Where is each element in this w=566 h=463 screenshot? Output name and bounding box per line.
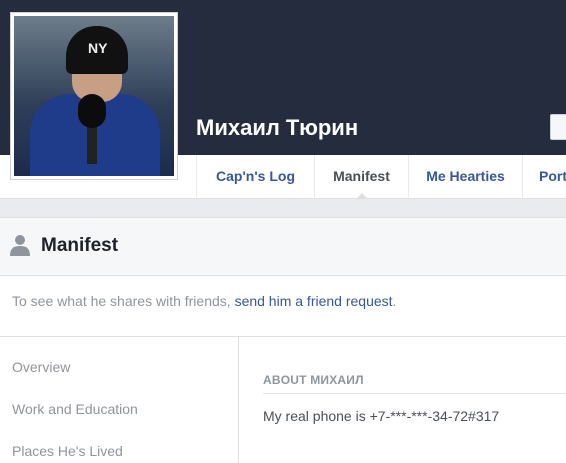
tab-caps-log[interactable]: Cap'n's Log xyxy=(196,155,314,198)
notice-suffix: . xyxy=(392,293,397,309)
hat-logo: NY xyxy=(88,40,108,56)
about-heading: ABOUT МИХАИЛ xyxy=(263,373,364,387)
sidenav-item-overview[interactable]: Overview xyxy=(12,359,70,375)
about-divider xyxy=(263,393,566,394)
tab-port[interactable]: Port xyxy=(522,155,566,198)
cover-action-button[interactable] xyxy=(550,114,566,140)
sidenav-item-work-education[interactable]: Work and Education xyxy=(12,401,138,417)
send-friend-request-link[interactable]: send him a friend request xyxy=(235,293,393,309)
tab-me-hearties[interactable]: Me Hearties xyxy=(408,155,522,198)
about-sidenav: Overview Work and Education Places He's … xyxy=(0,337,239,463)
profile-name[interactable]: Михаил Тюрин xyxy=(196,115,358,141)
hat-shape: NY xyxy=(66,26,128,74)
manifest-panel: Manifest To see what he shares with frie… xyxy=(0,217,566,463)
profile-picture[interactable]: NY xyxy=(10,12,178,180)
sidenav-item-places-lived[interactable]: Places He's Lived xyxy=(12,443,123,459)
profile-photo-image: NY xyxy=(14,16,174,176)
panel-header: Manifest xyxy=(0,218,566,276)
person-icon xyxy=(10,235,30,256)
notice-text: To see what he shares with friends, xyxy=(12,293,235,309)
friend-request-notice: To see what he shares with friends, send… xyxy=(12,293,396,309)
panel-title: Manifest xyxy=(41,235,119,256)
tab-manifest[interactable]: Manifest xyxy=(314,155,408,199)
microphone-handle xyxy=(87,124,97,164)
microphone-icon xyxy=(78,94,106,128)
about-text: My real phone is +7-***-***-34-72#317 xyxy=(263,408,500,424)
